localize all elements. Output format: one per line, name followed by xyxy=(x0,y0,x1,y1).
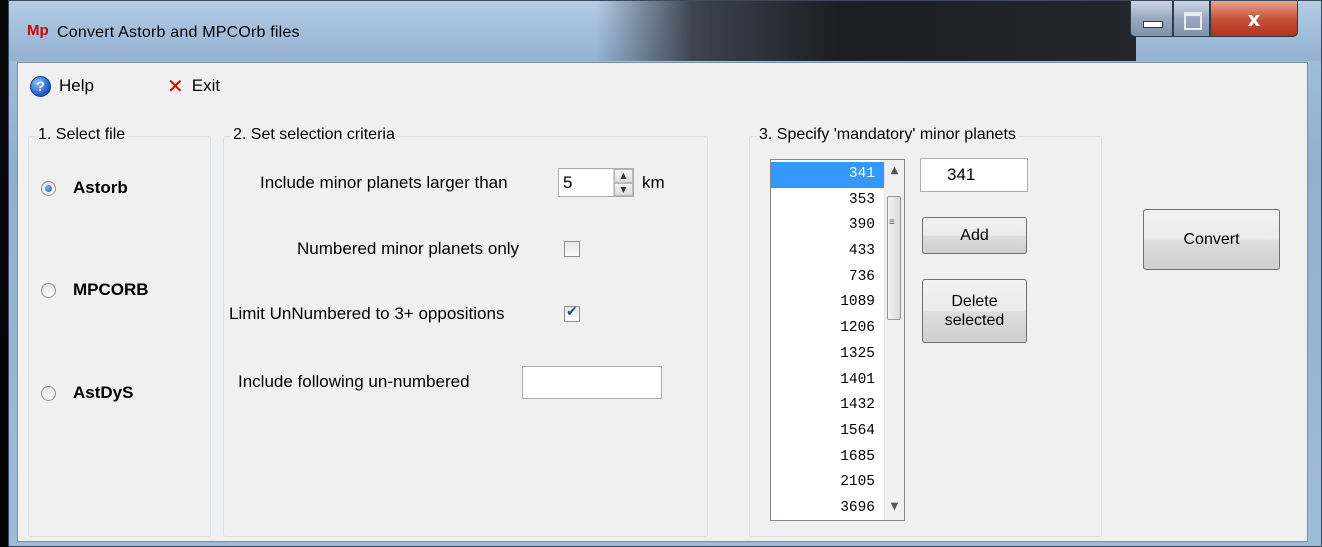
radio-astorb-button[interactable] xyxy=(41,180,56,196)
add-button[interactable]: Add xyxy=(922,217,1027,254)
limit-unnumbered-label: Limit UnNumbered to 3+ oppositions xyxy=(229,304,505,323)
scroll-grip-icon: ≡ xyxy=(889,217,895,228)
client-area: ? Help ✕ Exit 1. Select file Astorb MPCO… xyxy=(17,62,1308,542)
maximize-icon xyxy=(1184,12,1202,30)
radio-astdys-button[interactable] xyxy=(41,385,56,401)
delete-label-line1: Delete xyxy=(951,293,998,310)
spinner-buttons[interactable]: ▲ ▼ xyxy=(613,169,633,196)
planet-entry-input[interactable]: 341 xyxy=(920,158,1028,192)
scroll-down-icon[interactable]: ▼ xyxy=(885,498,904,516)
selection-criteria-group: 2. Set selection criteria Include minor … xyxy=(223,126,708,537)
menu-exit-label: Exit xyxy=(191,76,221,95)
app-window: Mp Convert Astorb and MPCOrb files x ? H… xyxy=(8,0,1322,547)
delete-label-line2: selected xyxy=(944,312,1005,329)
list-item[interactable]: 1564 xyxy=(771,419,885,445)
numbered-only-label: Numbered minor planets only xyxy=(297,239,520,258)
convert-button[interactable]: Convert xyxy=(1143,209,1280,270)
list-item[interactable]: 1325 xyxy=(771,342,885,368)
selection-criteria-title: 2. Set selection criteria xyxy=(231,126,397,144)
include-unnumbered-label: Include following un-numbered xyxy=(238,372,470,391)
size-spinner[interactable]: 5 ▲ ▼ xyxy=(558,168,634,197)
list-item[interactable]: 1685 xyxy=(771,445,885,471)
mandatory-planets-title: 3. Specify 'mandatory' minor planets xyxy=(757,126,1018,144)
limit-unnumbered-checkbox[interactable]: ✔ xyxy=(564,304,580,322)
list-item[interactable]: 2105 xyxy=(771,470,885,496)
list-item[interactable]: 736 xyxy=(771,265,885,291)
spin-down-icon[interactable]: ▼ xyxy=(614,182,633,196)
window-title: Convert Astorb and MPCOrb files xyxy=(57,24,300,41)
scroll-thumb[interactable] xyxy=(887,196,901,320)
radio-astdys[interactable]: AstDyS xyxy=(41,383,133,403)
list-item[interactable]: 433 xyxy=(771,239,885,265)
list-item[interactable]: 3696 xyxy=(771,496,885,520)
list-item[interactable]: 1089 xyxy=(771,290,885,316)
radio-mpcorb-button[interactable] xyxy=(41,282,56,298)
list-item[interactable]: 341 xyxy=(771,162,885,188)
minimize-button[interactable] xyxy=(1130,1,1173,37)
radio-mpcorb[interactable]: MPCORB xyxy=(41,280,149,300)
radio-mpcorb-label: MPCORB xyxy=(73,280,149,299)
menu-exit[interactable]: ✕ Exit xyxy=(167,74,220,98)
close-icon: x xyxy=(1247,7,1261,31)
list-item[interactable]: 1401 xyxy=(771,368,885,394)
list-item[interactable]: 1206 xyxy=(771,316,885,342)
checkmark-icon: ✔ xyxy=(566,304,578,320)
list-item[interactable]: 353 xyxy=(771,188,885,214)
scroll-up-icon[interactable]: ▲ xyxy=(885,162,904,180)
planet-entry-value: 341 xyxy=(947,165,976,184)
radio-astorb[interactable]: Astorb xyxy=(41,178,128,198)
title-bar-shade xyxy=(596,1,1136,61)
minimize-icon xyxy=(1143,21,1163,28)
app-logo-icon: Mp xyxy=(27,22,49,39)
close-button[interactable]: x xyxy=(1210,1,1298,37)
radio-astorb-label: Astorb xyxy=(73,178,128,197)
menu-help-label: Help xyxy=(59,76,94,95)
list-items: 341 353 390 433 736 1089 1206 1325 1401 1432 1564 1… xyxy=(771,162,885,520)
size-spinner-value: 5 xyxy=(563,173,573,192)
close-icon: ✕ xyxy=(167,74,184,98)
radio-astdys-label: AstDyS xyxy=(73,383,134,402)
size-unit: km xyxy=(642,173,665,192)
maximize-button[interactable] xyxy=(1173,1,1210,37)
menu-help[interactable]: ? Help xyxy=(30,74,94,98)
include-unnumbered-input[interactable] xyxy=(522,366,662,399)
mandatory-planets-list[interactable]: 341 353 390 433 736 1089 1206 1325 1401 1432 1564 1… xyxy=(770,159,905,521)
numbered-only-checkbox[interactable] xyxy=(564,241,580,257)
menu-bar: ? Help ✕ Exit xyxy=(18,63,1307,107)
help-icon: ? xyxy=(30,75,51,97)
select-file-group: 1. Select file Astorb MPCORB AstDyS xyxy=(28,126,211,537)
title-bar[interactable]: Mp Convert Astorb and MPCOrb files x xyxy=(9,1,1321,61)
list-item[interactable]: 390 xyxy=(771,213,885,239)
list-scrollbar[interactable]: ▲ ≡ ▼ xyxy=(884,160,904,520)
delete-selected-button[interactable]: Delete selected xyxy=(922,279,1027,343)
list-item[interactable]: 1432 xyxy=(771,393,885,419)
select-file-title: 1. Select file xyxy=(36,126,128,144)
spin-up-icon[interactable]: ▲ xyxy=(614,169,633,183)
size-label: Include minor planets larger than xyxy=(260,173,508,192)
